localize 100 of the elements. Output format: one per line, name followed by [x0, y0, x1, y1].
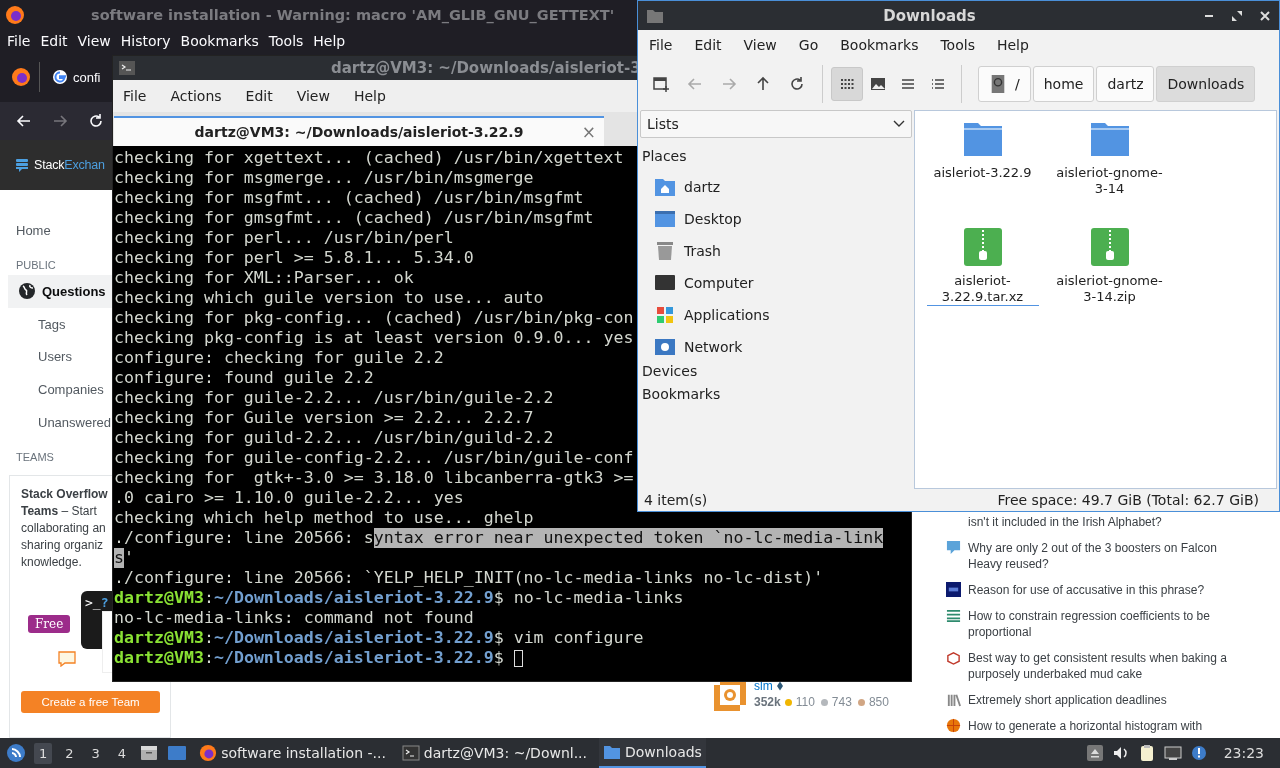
archive-item[interactable]: aisleriot-gnome-3-14.zip: [1046, 227, 1173, 335]
question-link[interactable]: Why are only 2 out of the 3 boosters on Falcon Heavy reused?: [968, 540, 1238, 572]
question-link[interactable]: Extremely short application deadlines: [968, 692, 1238, 708]
menu-item[interactable]: Help: [308, 33, 351, 49]
path-button[interactable]: home: [1032, 66, 1095, 102]
sidebar-item[interactable]: Users: [0, 340, 72, 374]
question-link[interactable]: Best way to get consistent results when baking a purposely underbaked mud cake: [968, 650, 1238, 682]
terminal-command: $ no-lc-media-links: [493, 588, 684, 608]
menu-item[interactable]: View: [732, 37, 788, 53]
firefox-icon[interactable]: [11, 67, 31, 87]
file-manager-icon[interactable]: [139, 743, 160, 763]
trash-icon: [654, 241, 676, 261]
question-link[interactable]: How to constrain regression coefficients to be proportional: [968, 608, 1238, 640]
archive-item[interactable]: aisleriot-3.22.9.tar.xz: [919, 227, 1046, 335]
sidebar-item[interactable]: Home: [0, 214, 51, 247]
taskbar-button[interactable]: Downloads: [599, 738, 706, 768]
question-symbol: ?: [100, 594, 109, 610]
close-tab-button[interactable]: ×: [581, 122, 596, 142]
browser-tab[interactable]: confi: [48, 63, 101, 91]
view-button[interactable]: [831, 67, 863, 101]
place-item[interactable]: dartz: [640, 171, 912, 203]
menu-item[interactable]: Help: [343, 88, 400, 104]
section-heading[interactable]: Bookmarks: [640, 386, 912, 409]
place-item[interactable]: Computer: [640, 267, 912, 299]
question-link[interactable]: Reason for use of accusative in this phrase?: [968, 582, 1238, 598]
terminal-tab[interactable]: dartz@VM3: ~/Downloads/aisleriot-3.22.9 ×: [114, 116, 604, 146]
folder-item[interactable]: aisleriot-gnome-3-14: [1046, 119, 1173, 227]
section-heading[interactable]: Devices: [640, 363, 912, 386]
sidebar-item[interactable]: Questions: [8, 274, 112, 308]
workspace-button[interactable]: 3: [86, 742, 105, 764]
taskbar-button[interactable]: software installation -...: [195, 738, 390, 768]
user-name[interactable]: slm: [754, 679, 773, 693]
grid-icon: [839, 76, 855, 92]
side-pane-dropdown[interactable]: Lists: [640, 110, 912, 138]
network-icon: [654, 337, 676, 357]
badge-icon: [820, 698, 828, 706]
badge-count: 743: [831, 695, 852, 709]
folder-item[interactable]: aisleriot-3.22.9: [919, 119, 1046, 227]
path-button[interactable]: Downloads: [1156, 66, 1256, 102]
menu-item[interactable]: Edit: [235, 88, 287, 104]
badge-icon: [784, 698, 792, 706]
firefox-icon: [5, 5, 25, 25]
menu-item[interactable]: Bookmarks: [829, 37, 930, 53]
menu-item[interactable]: Edit: [35, 33, 73, 49]
sidebar-item[interactable]: Unanswered: [0, 406, 111, 439]
desktop-icon[interactable]: [167, 743, 188, 763]
free-badge: Free: [28, 614, 71, 633]
menu-item[interactable]: File: [2, 33, 36, 49]
taskbar-button[interactable]: dartz@VM3: ~/Downl...: [397, 738, 591, 768]
path-button[interactable]: /: [978, 66, 1031, 102]
menu-item[interactable]: View: [286, 88, 344, 104]
close-icon[interactable]: [1259, 9, 1271, 22]
clock[interactable]: 23:23: [1223, 745, 1264, 761]
promo-text: collaborating an: [21, 519, 106, 537]
menu-item[interactable]: History: [115, 33, 176, 49]
menu-item[interactable]: Help: [985, 37, 1040, 53]
network-icon[interactable]: [1163, 744, 1182, 762]
prompt-user: dartz@VM3: [114, 648, 204, 668]
sidebar-item[interactable]: Companies: [0, 373, 104, 407]
menu-item[interactable]: Actions: [160, 88, 236, 104]
reload-icon[interactable]: [788, 75, 806, 93]
workspace-button[interactable]: 1: [34, 742, 53, 764]
sidebar-heading: TEAMS: [15, 449, 54, 465]
terminal-text: checking for gmsgfmt... (cached) /usr/bin/msgfmt: [114, 208, 594, 228]
workspace-button[interactable]: 2: [60, 742, 79, 764]
place-item[interactable]: Applications: [640, 299, 912, 331]
terminal-text: checking for pkg-config... (cached) /usr/bin/pkg-con: [114, 308, 634, 328]
terminal-text: checking for perl >= 5.8.1... 5.34.0: [114, 248, 474, 268]
prompt-symbol: >_: [85, 594, 101, 610]
question-link[interactable]: isn't it included in the Irish Alphabet?: [968, 514, 1238, 530]
badge-count: 110: [795, 695, 815, 709]
menu-item[interactable]: Edit: [683, 37, 733, 53]
place-item[interactable]: Trash: [640, 235, 912, 267]
folder-icon: [603, 743, 621, 761]
notification-icon[interactable]: [1189, 744, 1208, 762]
menu-item[interactable]: Bookmarks: [175, 33, 264, 49]
section-heading[interactable]: Places: [640, 148, 912, 171]
menu-item[interactable]: File: [113, 88, 161, 104]
desktop-icon: [654, 209, 676, 229]
menu-item[interactable]: Tools: [263, 33, 309, 49]
place-item[interactable]: Network: [640, 331, 912, 363]
terminal-text: checking for XML::Parser... ok: [114, 268, 414, 288]
menu-item[interactable]: Go: [787, 37, 830, 53]
eject-icon[interactable]: [1085, 744, 1104, 762]
menu-item[interactable]: View: [72, 33, 116, 49]
site-logo[interactable]: StackExchan: [34, 158, 105, 172]
maximize-icon[interactable]: [1231, 9, 1243, 22]
start-menu-icon[interactable]: [6, 743, 26, 763]
new-tab-icon[interactable]: [652, 75, 670, 93]
workspace-button[interactable]: 4: [112, 742, 132, 764]
path-button[interactable]: dartz: [1096, 66, 1155, 102]
question-link[interactable]: How to generate a horizontal histogram with: [968, 718, 1238, 734]
menu-item[interactable]: File: [638, 37, 684, 53]
terminal-text: checking for perl... /usr/bin/perl: [114, 228, 454, 248]
place-item[interactable]: Desktop: [640, 203, 912, 235]
terminal-text: checking for guile-config-2.2... /usr/bin/guile-conf: [114, 448, 634, 468]
terminal-icon: [119, 60, 135, 76]
reload-icon[interactable]: [87, 112, 105, 130]
sidebar-item[interactable]: Tags: [0, 307, 66, 341]
menu-item[interactable]: Tools: [929, 37, 986, 53]
